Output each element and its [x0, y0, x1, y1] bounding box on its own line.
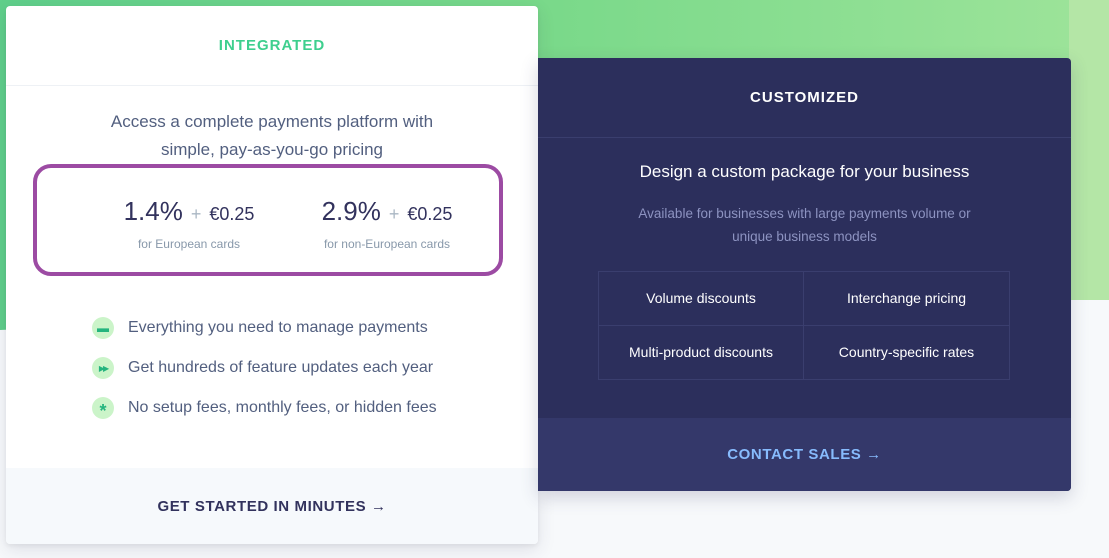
get-started-button[interactable]: GET STARTED IN MINUTES → [157, 498, 386, 515]
price-highlight-box: 1.4% + €0.25 for European cards 2.9% + €… [33, 164, 503, 276]
price-plus: + [190, 204, 202, 224]
price-non-european: 2.9% + €0.25 for non-European cards [287, 196, 487, 251]
cash-icon: ▬ [92, 317, 114, 339]
customized-description: Design a custom package for your busines… [639, 162, 970, 181]
price-label: for European cards [137, 237, 241, 251]
price-european: 1.4% + €0.25 for European cards [89, 196, 289, 251]
star-icon: * [92, 397, 114, 421]
customized-subtext: Available for businesses with large paym… [638, 206, 971, 244]
integrated-card-footer: GET STARTED IN MINUTES → [6, 468, 538, 544]
feature-item: ▬ Everything you need to manage payments [92, 308, 437, 348]
option-volume-discounts: Volume discounts [599, 272, 804, 326]
price-fee: €0.25 [209, 204, 255, 224]
price-label: for non-European cards [323, 237, 451, 251]
integrated-title: INTEGRATED [218, 37, 326, 54]
customized-pricing-card: CUSTOMIZED Design a custom package for y… [538, 58, 1071, 491]
feature-text: No setup fees, monthly fees, or hidden f… [128, 399, 437, 416]
customized-title: CUSTOMIZED [750, 89, 859, 106]
contact-sales-button[interactable]: CONTACT SALES → [727, 446, 882, 463]
price-percent: 1.4% [123, 196, 183, 226]
feature-list: ▬ Everything you need to manage payments… [92, 308, 437, 428]
customized-card-footer: CONTACT SALES → [538, 418, 1071, 491]
price-plus: + [388, 204, 400, 224]
integrated-pricing-card: INTEGRATED Access a complete payments pl… [6, 6, 538, 544]
price-fee: €0.25 [407, 204, 453, 224]
feature-item: ▶▶ Get hundreds of feature updates each … [92, 348, 437, 388]
feature-text: Everything you need to manage payments [128, 319, 428, 336]
green-edge-decor [1069, 0, 1109, 300]
option-interchange-pricing: Interchange pricing [804, 272, 1009, 326]
integrated-description: Access a complete payments platform with… [110, 112, 434, 159]
fast-forward-icon: ▶▶ [92, 357, 114, 379]
option-country-specific-rates: Country-specific rates [838, 344, 975, 361]
integrated-card-header: INTEGRATED [6, 6, 538, 86]
customized-card-header: CUSTOMIZED [538, 58, 1071, 138]
price-percent: 2.9% [321, 196, 381, 226]
option-multi-product-discounts: Multi-product discounts [599, 325, 804, 379]
feature-item: * No setup fees, monthly fees, or hidden… [92, 388, 437, 428]
feature-text: Get hundreds of feature updates each yea… [128, 359, 434, 376]
custom-options-grid: Volume discounts Interchange pricing Mul… [598, 271, 1010, 380]
